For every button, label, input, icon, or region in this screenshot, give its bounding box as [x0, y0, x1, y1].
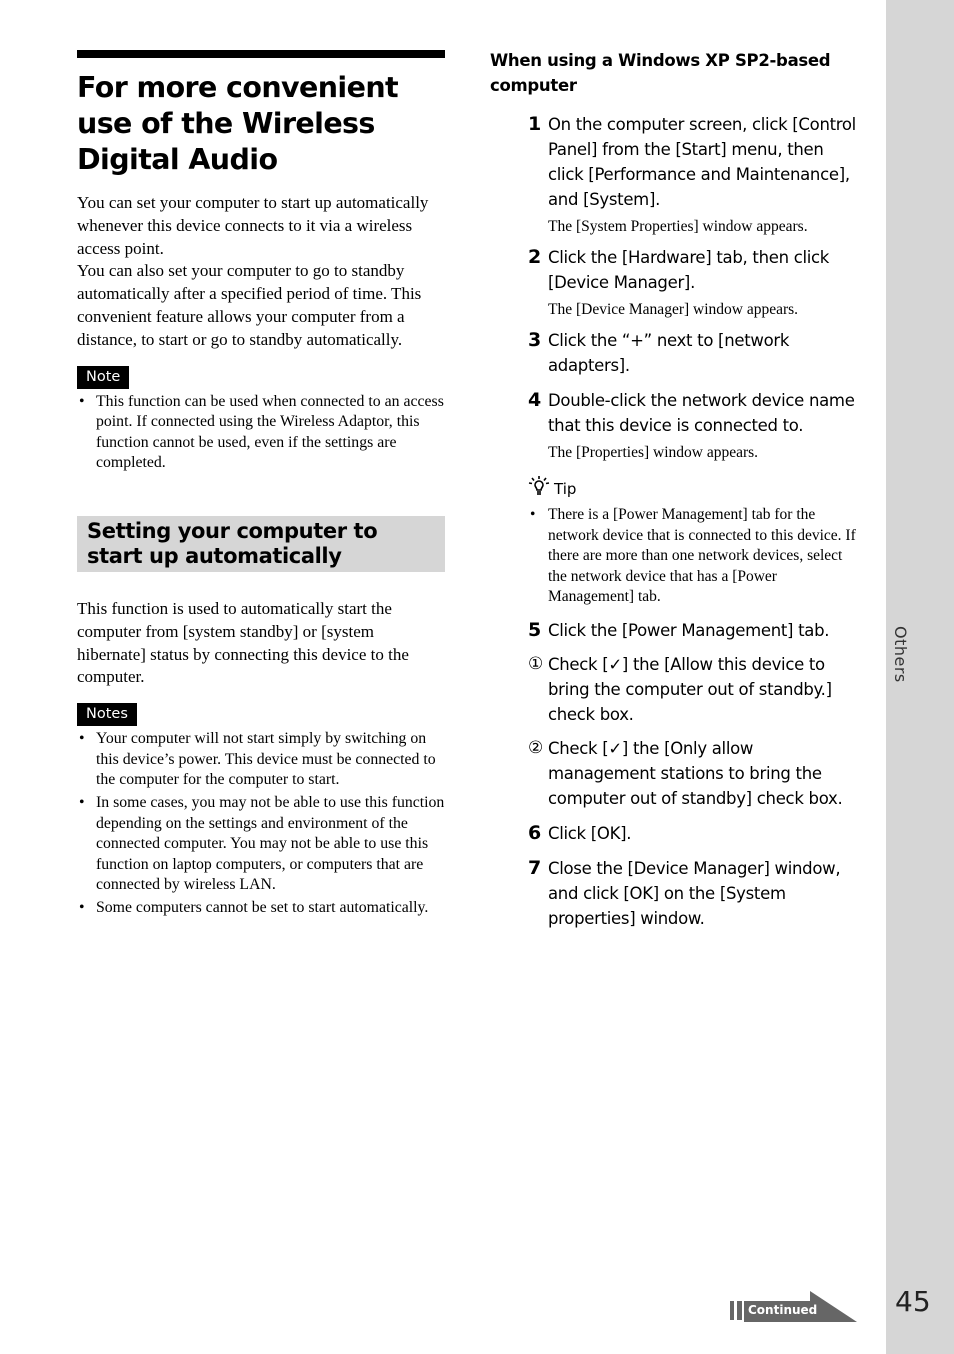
step-1: 1 On the computer screen, click [Control…	[490, 112, 862, 212]
substep-text: Check [✓] the [Only allow management sta…	[548, 738, 843, 808]
side-tab-label: Others	[891, 626, 910, 683]
intro-paragraph: You can set your computer to start up au…	[77, 192, 445, 352]
step-6: 6 Click [OK].	[490, 821, 862, 846]
subheading: When using a Windows XP SP2-based comput…	[490, 51, 831, 95]
step-result: The [Device Manager] window appears.	[548, 301, 799, 318]
notes-block: Notes Your computer will not start simpl…	[77, 703, 445, 918]
note-list: This function can be used when connected…	[77, 392, 445, 474]
notes-list: Your computer will not start simply by s…	[77, 729, 445, 918]
section-heading-box: Setting your computer to start up automa…	[77, 515, 445, 572]
step-text: Click the “+” next to [network adapters]…	[548, 331, 790, 375]
step-4: 4 Double-click the network device name t…	[490, 388, 862, 438]
substep-text: Check [✓] the [Allow this device to brin…	[548, 654, 832, 724]
step-number: 3	[528, 329, 541, 351]
step-result: The [Properties] window appears.	[548, 444, 759, 461]
substep-marker: ①	[528, 653, 543, 674]
page-number: 45	[895, 1285, 931, 1318]
tip-item: There is a [Power Management] tab for th…	[528, 505, 862, 608]
step-text: Click the [Hardware] tab, then click [De…	[548, 248, 830, 292]
step-number: 7	[528, 856, 541, 879]
step-text: Click [OK].	[548, 823, 632, 843]
right-column: When using a Windows XP SP2-based comput…	[490, 48, 862, 931]
step-result: The [System Properties] window appears.	[548, 218, 808, 235]
notes-label: Notes	[77, 703, 137, 727]
section-title: Setting your computer to start up automa…	[87, 518, 378, 568]
step-text: On the computer screen, click [Control P…	[548, 115, 856, 209]
step-number: 4	[528, 389, 541, 411]
step-7: 7 Close the [Device Manager] window, and…	[490, 856, 862, 931]
note-item: This function can be used when connected…	[77, 392, 445, 474]
section-body: This function is used to automatically s…	[77, 598, 409, 687]
notes-item: Some computers cannot be set to start au…	[77, 898, 445, 919]
intro-text-2: You can also set your computer to go to …	[77, 261, 422, 349]
tip-label: Tip	[554, 479, 577, 498]
tip-block: Tip There is a [Power Management] tab fo…	[490, 475, 862, 608]
intro-text: You can set your computer to start up au…	[77, 193, 429, 258]
note-label: Note	[77, 365, 130, 389]
step-number: 2	[528, 246, 541, 268]
left-column: For more convenient use of the Wireless …	[77, 50, 445, 920]
step-3: 3 Click the “+” next to [network adapter…	[490, 328, 862, 378]
continued-label: Continued	[748, 1303, 818, 1317]
note-block: Note This function can be used when conn…	[77, 365, 445, 474]
substep-marker: ②	[528, 737, 543, 758]
step-number: 6	[528, 821, 541, 844]
step-5: 5 Click the [Power Management] tab.	[490, 618, 862, 643]
substep-1: ① Check [✓] the [Allow this device to br…	[490, 652, 862, 727]
substep-2: ② Check [✓] the [Only allow management s…	[490, 736, 862, 811]
tip-header: Tip	[528, 475, 862, 502]
step-text: Double-click the network device name tha…	[548, 391, 855, 435]
step-number: 5	[528, 618, 541, 641]
notes-item: In some cases, you may not be able to us…	[77, 793, 445, 896]
step-text: Close the [Device Manager] window, and c…	[548, 858, 841, 928]
lightbulb-icon	[528, 475, 550, 502]
page-title: For more convenient use of the Wireless …	[77, 71, 399, 176]
notes-item: Your computer will not start simply by s…	[77, 729, 445, 791]
title-rule	[77, 50, 445, 58]
tip-list: There is a [Power Management] tab for th…	[528, 505, 862, 608]
continued-indicator: Continued	[730, 1291, 858, 1323]
step-number: 1	[528, 113, 541, 135]
step-2: 2 Click the [Hardware] tab, then click […	[490, 245, 862, 295]
step-text: Click the [Power Management] tab.	[548, 620, 830, 640]
